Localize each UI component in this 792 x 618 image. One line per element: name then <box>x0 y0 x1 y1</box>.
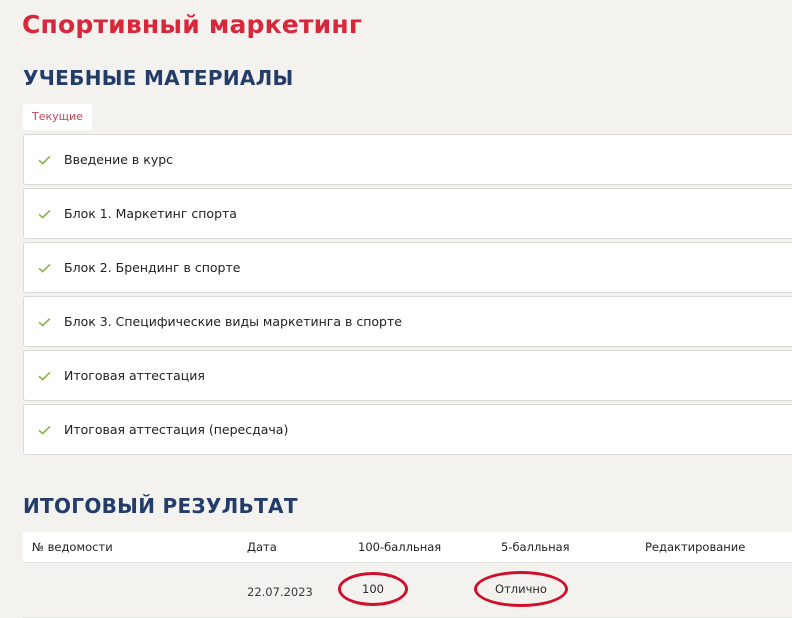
material-item-label: Блок 1. Маркетинг спорта <box>64 206 237 221</box>
check-icon <box>38 263 51 273</box>
check-icon <box>38 371 51 381</box>
cell-score-5: Отлично <box>474 571 568 607</box>
material-item-label: Введение в курс <box>64 152 174 167</box>
material-item-final-exam[interactable]: Итоговая аттестация <box>23 350 792 401</box>
material-item-label: Итоговая аттестация <box>64 368 205 383</box>
results-table-header: № ведомости Дата 100-балльная 5-балльная… <box>23 532 792 563</box>
check-icon <box>38 425 51 435</box>
results-section-title: ИТОГОВЫЙ РЕЗУЛЬТАТ <box>23 494 298 518</box>
score-5-value: Отлично <box>495 582 547 596</box>
column-header-record-no: № ведомости <box>32 540 113 554</box>
page-title: Спортивный маркетинг <box>22 10 363 39</box>
cell-date: 22.07.2023 <box>247 585 313 599</box>
column-header-edit: Редактирование <box>645 540 746 554</box>
material-item-label: Блок 2. Брендинг в спорте <box>64 260 241 275</box>
tab-current[interactable]: Текущие <box>23 104 92 130</box>
score-100-value: 100 <box>362 582 384 596</box>
cell-score-100: 100 <box>338 572 408 606</box>
material-item-label: Блок 3. Специфические виды маркетинга в … <box>64 314 402 329</box>
check-icon <box>38 317 51 327</box>
material-item-block-1[interactable]: Блок 1. Маркетинг спорта <box>23 188 792 239</box>
column-header-score-5: 5-балльная <box>501 540 570 554</box>
material-item-block-3[interactable]: Блок 3. Специфические виды маркетинга в … <box>23 296 792 347</box>
material-item-final-exam-retake[interactable]: Итоговая аттестация (пересдача) <box>23 404 792 455</box>
material-item-intro[interactable]: Введение в курс <box>23 134 792 185</box>
material-item-label: Итоговая аттестация (пересдача) <box>64 422 289 437</box>
column-header-date: Дата <box>247 540 277 554</box>
materials-list: Введение в курс Блок 1. Маркетинг спорта… <box>23 134 792 458</box>
check-icon <box>38 209 51 219</box>
materials-section-title: УЧЕБНЫЕ МАТЕРИАЛЫ <box>23 66 294 90</box>
material-item-block-2[interactable]: Блок 2. Брендинг в спорте <box>23 242 792 293</box>
results-table: № ведомости Дата 100-балльная 5-балльная… <box>23 532 792 618</box>
table-row: 22.07.2023 100 Отлично <box>23 563 792 618</box>
column-header-score-100: 100-балльная <box>358 540 442 554</box>
check-icon <box>38 155 51 165</box>
